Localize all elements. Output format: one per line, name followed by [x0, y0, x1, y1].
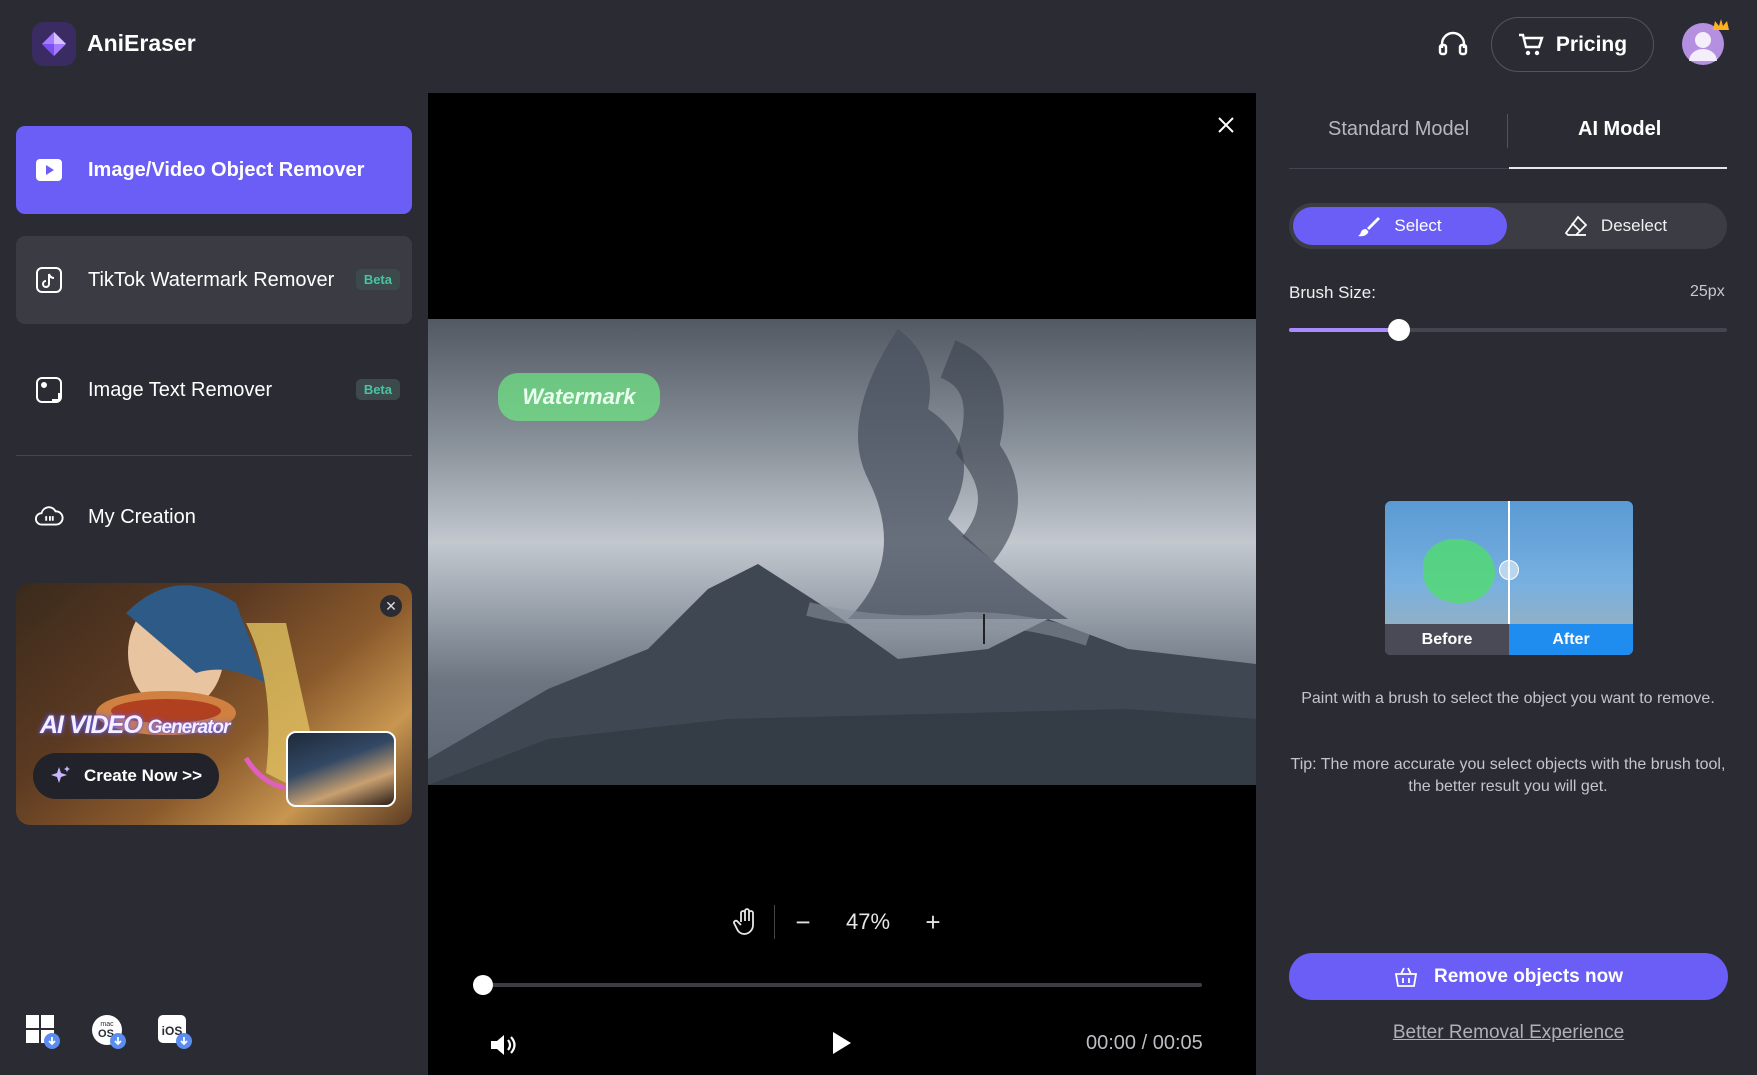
svg-text:mac: mac [100, 1021, 114, 1028]
sidebar-item-my-creation[interactable]: My Creation [16, 473, 412, 561]
video-play-icon [34, 155, 64, 185]
image-frame-icon [34, 375, 64, 405]
close-preview-icon[interactable] [1213, 112, 1239, 138]
time-readout: 00:00 / 00:05 [1086, 1032, 1203, 1054]
os-download-row: mac OS iOS [24, 1013, 194, 1051]
tab-standard-model[interactable]: Standard Model [1328, 118, 1469, 141]
select-mode-button[interactable]: Select [1293, 207, 1507, 245]
zoom-divider [774, 905, 775, 939]
brush-icon [1358, 217, 1381, 237]
sidebar-item-tiktok-watermark[interactable]: TikTok Watermark Remover Beta [16, 236, 412, 324]
sidebar-divider [16, 455, 412, 456]
basket-icon [1394, 967, 1418, 987]
banner-close-icon[interactable]: ✕ [380, 595, 402, 617]
zoom-out-button[interactable]: − [783, 902, 823, 942]
before-label: Before [1385, 624, 1509, 655]
tab-ai-model[interactable]: AI Model [1578, 118, 1661, 141]
tab-active-indicator [1509, 167, 1727, 169]
sidebar-item-object-remover[interactable]: Image/Video Object Remover [16, 126, 412, 214]
sidebar: Image/Video Object Remover TikTok Waterm… [0, 93, 428, 1075]
cloud-icon [34, 502, 64, 532]
remove-objects-label: Remove objects now [1434, 965, 1623, 987]
sidebar-item-label: Image Text Remover [88, 378, 273, 401]
vip-crown-icon [1713, 19, 1729, 30]
sparkle-icon [50, 766, 70, 783]
before-after-example: › Before After [1385, 501, 1633, 655]
eraser-icon [1564, 215, 1587, 236]
video-timeline[interactable] [482, 983, 1202, 987]
ai-video-generator-banner[interactable]: ✕ AI VIDEO Generator Create Now >> [16, 583, 412, 825]
deselect-mode-label: Deselect [1600, 216, 1668, 235]
zoom-level: 47% [845, 909, 891, 934]
ios-download-icon[interactable]: iOS [156, 1013, 194, 1051]
selected-object-highlight [1423, 539, 1495, 603]
macos-download-icon[interactable]: mac OS [90, 1013, 128, 1051]
better-removal-link[interactable]: Better Removal Experience [1289, 1022, 1728, 1044]
support-headset-icon[interactable] [1434, 26, 1472, 64]
play-icon[interactable] [830, 1029, 858, 1059]
windows-download-icon[interactable] [24, 1013, 62, 1051]
hand-pan-icon[interactable] [726, 902, 766, 942]
brush-size-value: 25px [1690, 283, 1725, 300]
beta-badge: Beta [355, 379, 400, 400]
sidebar-item-label: TikTok Watermark Remover [88, 268, 335, 291]
banner-thumbnail [286, 731, 396, 807]
zoom-in-button[interactable]: + [913, 902, 953, 942]
banner-title: AI VIDEO Generator [40, 711, 231, 739]
pricing-button[interactable]: Pricing [1491, 17, 1654, 72]
watermark-selection[interactable]: Watermark [498, 373, 660, 421]
sidebar-item-label: Image/Video Object Remover [88, 158, 365, 181]
tiktok-icon [34, 265, 64, 295]
create-now-button[interactable]: Create Now >> [33, 753, 219, 799]
sidebar-item-label: My Creation [88, 505, 196, 528]
compare-handle-icon: › [1499, 560, 1519, 580]
cart-icon [1518, 33, 1544, 55]
pricing-label: Pricing [1555, 32, 1628, 56]
brush-tip: Tip: The more accurate you select object… [1290, 756, 1726, 795]
app-header: AniEraser Pricing [0, 0, 1757, 93]
deselect-mode-button[interactable]: Deselect [1509, 207, 1723, 245]
anieraser-logo-icon [32, 22, 76, 66]
tab-divider [1507, 114, 1508, 148]
brush-hint: Paint with a brush to select the object … [1301, 690, 1715, 707]
zoom-controls: − 47% + [726, 900, 953, 944]
select-mode-label: Select [1394, 216, 1442, 235]
remove-objects-button[interactable]: Remove objects now [1289, 953, 1728, 1000]
brush-size-handle[interactable] [1388, 319, 1410, 341]
beta-badge: Beta [355, 269, 400, 290]
app-title: AniEraser [87, 30, 196, 56]
brush-size-fill [1289, 328, 1399, 332]
brush-size-label: Brush Size: [1289, 283, 1376, 302]
after-label: After [1509, 624, 1633, 655]
volume-icon[interactable] [488, 1030, 518, 1060]
sidebar-item-image-text-remover[interactable]: Image Text Remover Beta [16, 346, 412, 434]
create-now-label: Create Now >> [83, 766, 203, 785]
timeline-handle[interactable] [473, 975, 493, 995]
